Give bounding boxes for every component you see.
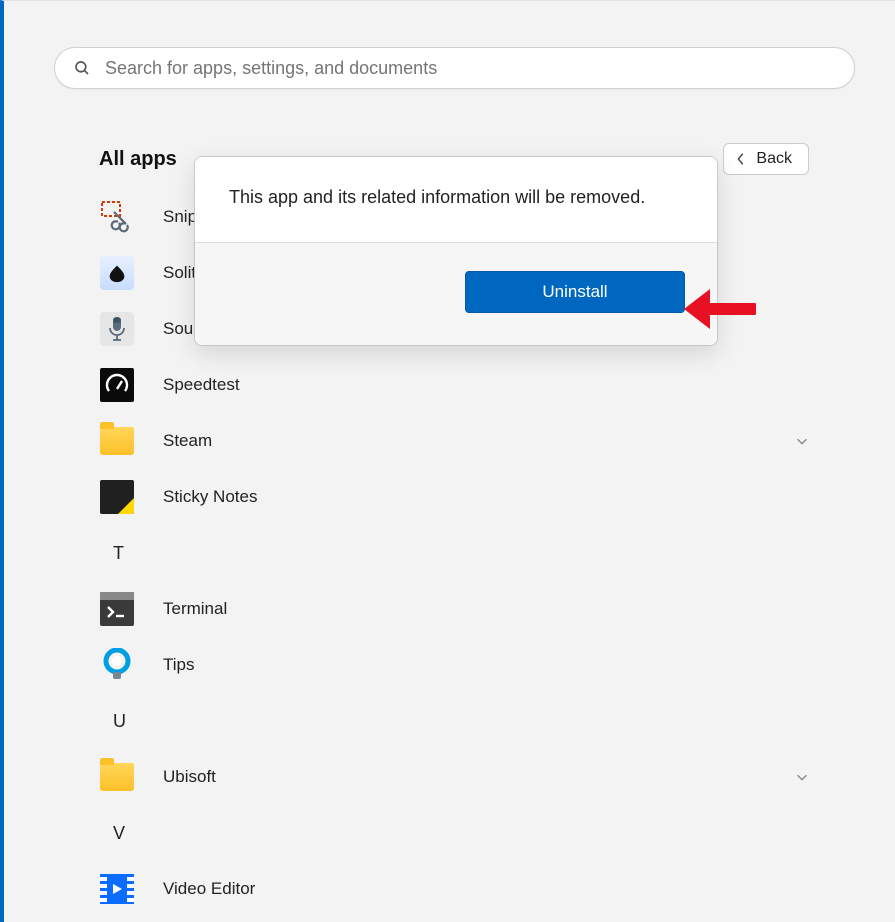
section-letter-t[interactable]: T <box>99 525 809 581</box>
terminal-icon <box>99 591 135 627</box>
snipping-tool-icon <box>99 199 135 235</box>
page-title: All apps <box>99 148 177 171</box>
app-label: Speedtest <box>163 375 809 395</box>
folder-icon <box>99 759 135 795</box>
section-letter-u[interactable]: U <box>99 693 809 749</box>
uninstall-dialog: This app and its related information wil… <box>194 156 718 346</box>
app-item-terminal[interactable]: Terminal <box>99 581 809 637</box>
sound-recorder-icon <box>99 311 135 347</box>
back-label: Back <box>756 150 792 168</box>
app-label: Ubisoft <box>163 767 795 787</box>
dialog-message: This app and its related information wil… <box>195 157 717 243</box>
sticky-notes-icon <box>99 479 135 515</box>
app-label: Tips <box>163 655 809 675</box>
uninstall-button[interactable]: Uninstall <box>465 271 685 313</box>
app-item-video-editor[interactable]: Video Editor <box>99 861 809 917</box>
app-label: Video Editor <box>163 879 809 899</box>
search-icon <box>73 59 91 77</box>
app-item-sticky-notes[interactable]: Sticky Notes <box>99 469 809 525</box>
chevron-left-icon <box>736 152 746 166</box>
folder-icon <box>99 423 135 459</box>
solitaire-icon <box>99 255 135 291</box>
app-item-steam[interactable]: Steam <box>99 413 809 469</box>
tips-icon <box>99 647 135 683</box>
dialog-actions: Uninstall <box>195 243 717 345</box>
chevron-down-icon <box>795 770 809 784</box>
search-bar[interactable] <box>54 47 855 89</box>
speedtest-icon <box>99 367 135 403</box>
app-label: Sticky Notes <box>163 487 809 507</box>
app-item-speedtest[interactable]: Speedtest <box>99 357 809 413</box>
back-button[interactable]: Back <box>723 143 809 175</box>
app-item-ubisoft[interactable]: Ubisoft <box>99 749 809 805</box>
app-item-tips[interactable]: Tips <box>99 637 809 693</box>
chevron-down-icon <box>795 434 809 448</box>
app-label: Steam <box>163 431 795 451</box>
app-label: Terminal <box>163 599 809 619</box>
video-editor-icon <box>99 871 135 907</box>
section-letter-v[interactable]: V <box>99 805 809 861</box>
search-input[interactable] <box>105 58 836 79</box>
